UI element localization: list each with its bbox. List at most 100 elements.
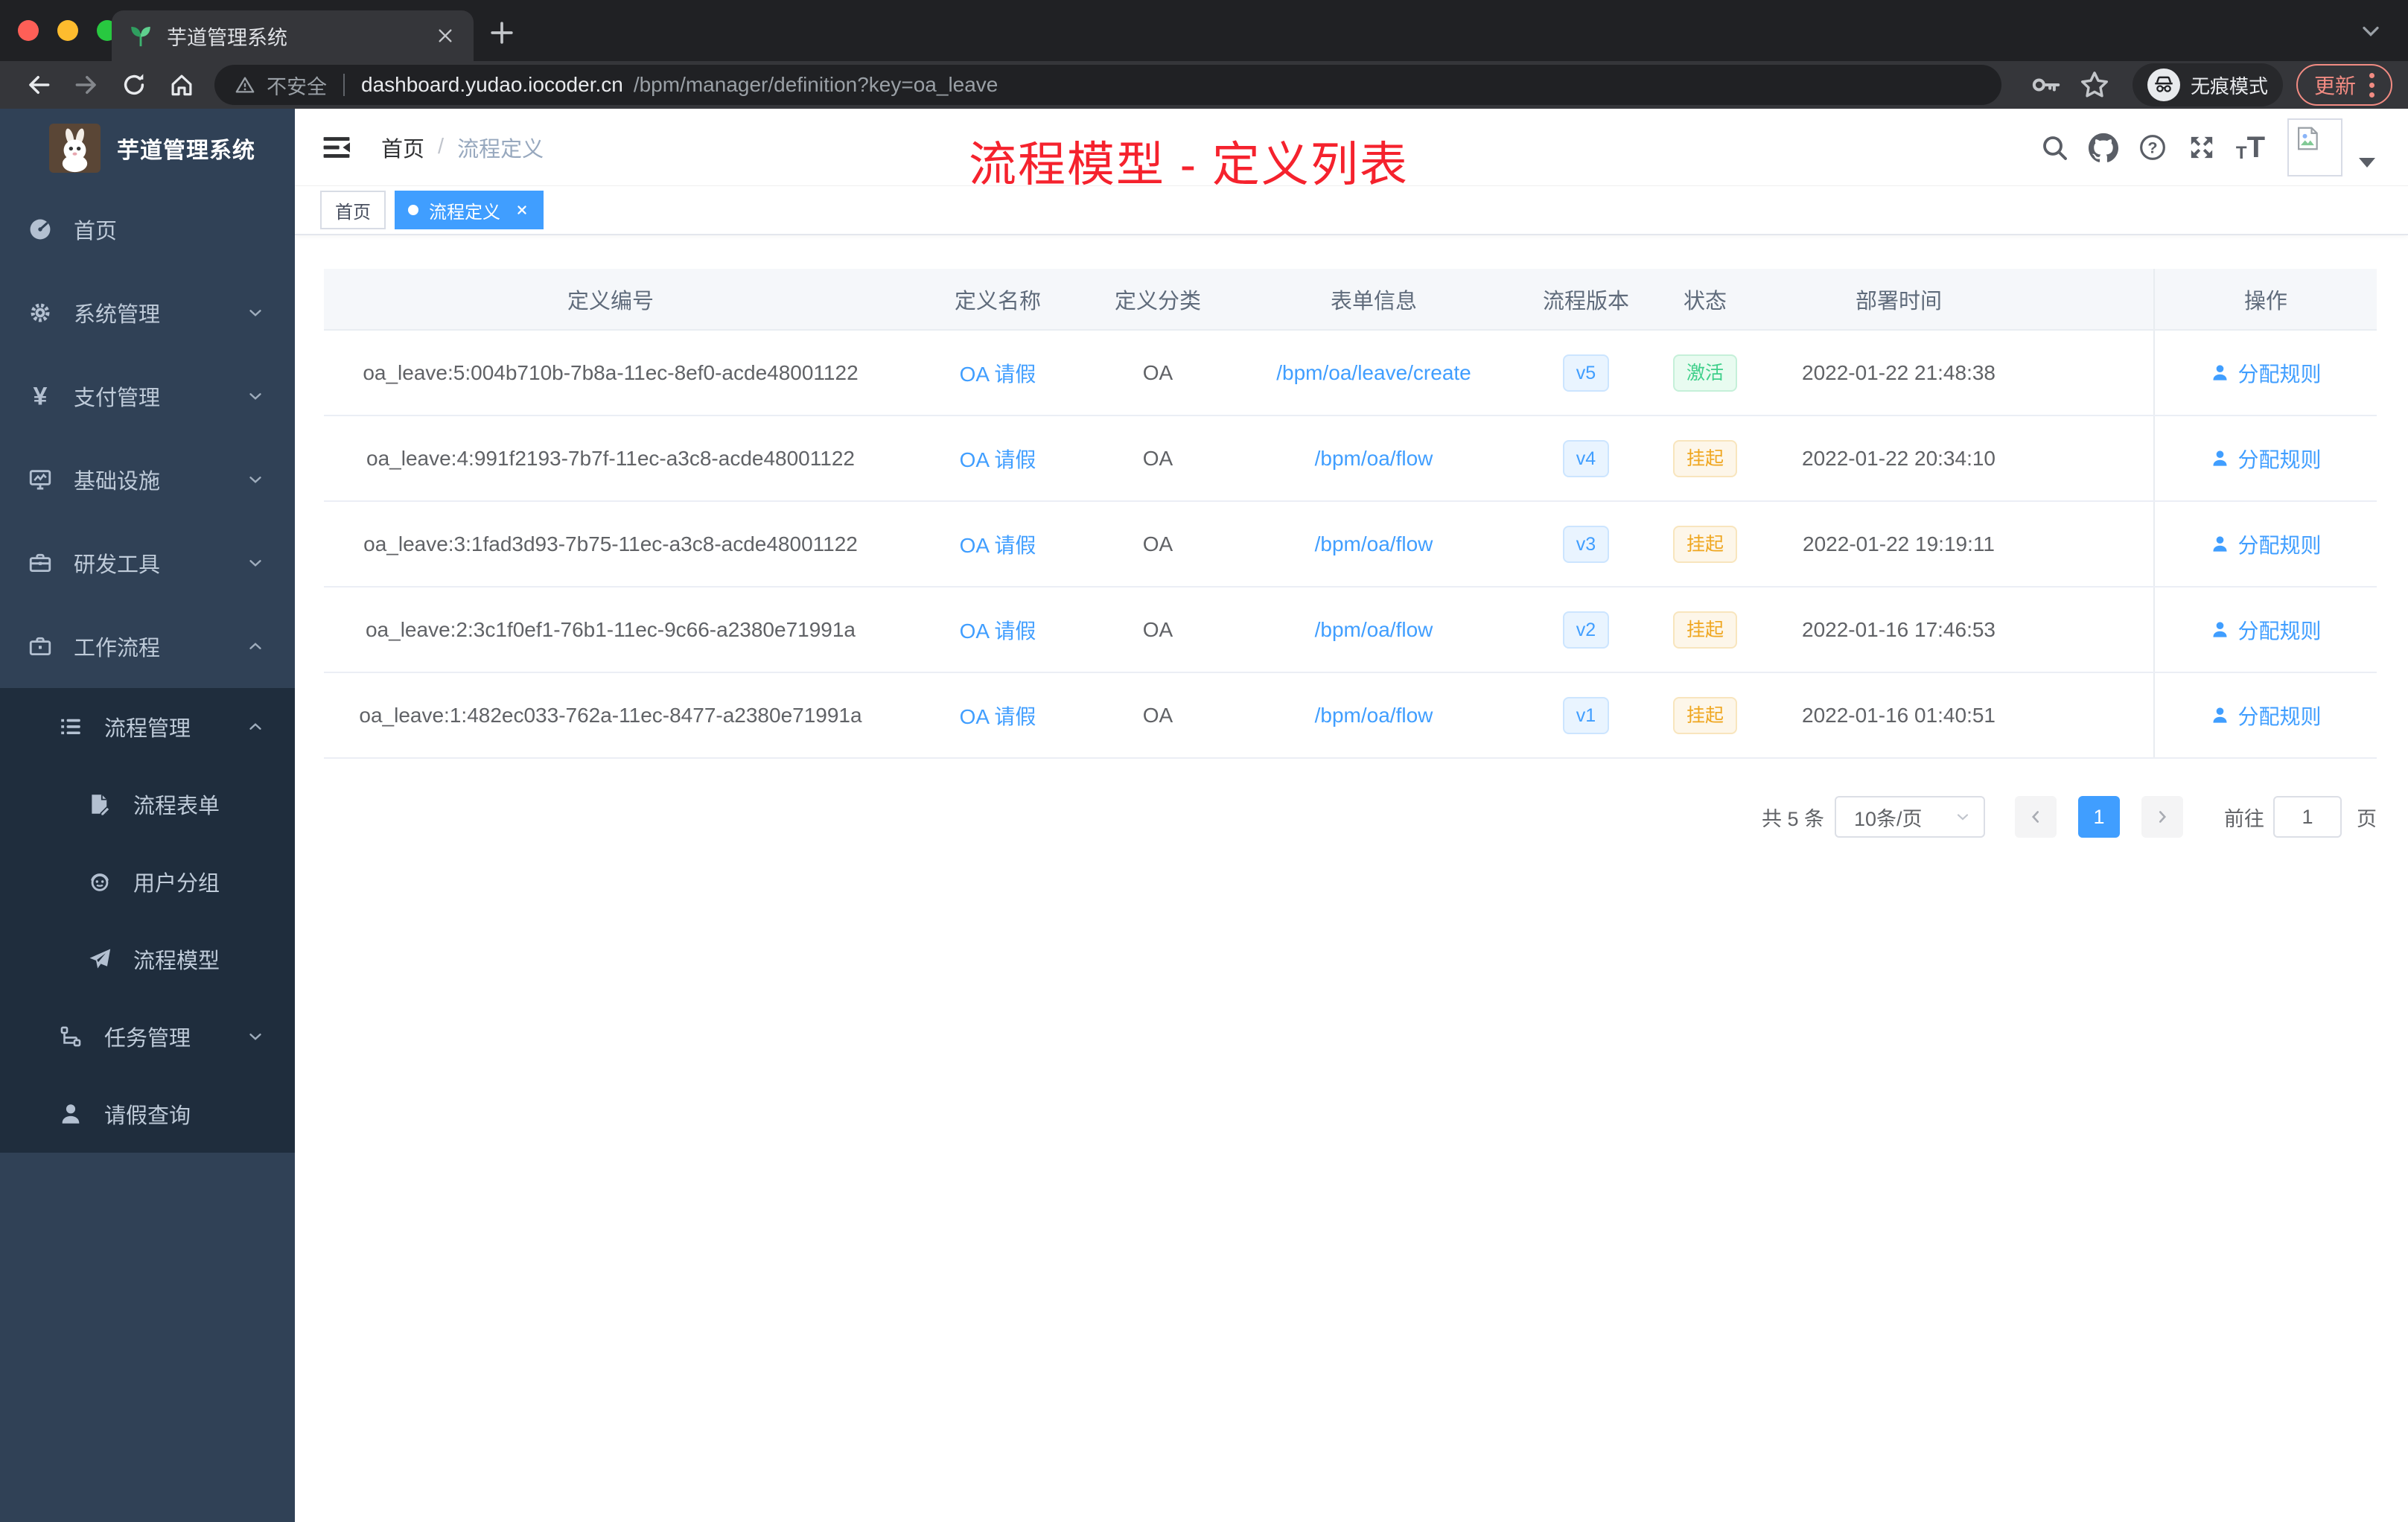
search-icon[interactable] xyxy=(2039,133,2069,162)
tab-close-icon[interactable] xyxy=(433,24,457,48)
chevron-left-icon xyxy=(2031,811,2039,823)
active-tag-dot xyxy=(408,205,418,215)
column-header: 操作 xyxy=(2153,269,2377,329)
window-close-button[interactable] xyxy=(18,20,39,41)
sidebar-item-label: 任务管理 xyxy=(104,1027,191,1051)
sidebar-item-label: 研发工具 xyxy=(74,553,161,577)
prev-page-button[interactable] xyxy=(2015,796,2057,838)
sidebar-item-devtools[interactable]: 研发工具 xyxy=(0,521,295,605)
sidebar-item-label: 请假查询 xyxy=(104,1104,191,1128)
definition-category: OA xyxy=(1142,532,1173,555)
page-size-value: 10条/页 xyxy=(1854,807,1923,830)
definition-name-link[interactable]: OA 请假 xyxy=(960,444,1036,474)
list-icon xyxy=(58,714,83,739)
sidebar-item-leave-query[interactable]: 请假查询 xyxy=(0,1075,295,1153)
definition-category: OA xyxy=(1142,446,1173,470)
sidebar-item-payment[interactable]: ¥ 支付管理 xyxy=(0,354,295,438)
browser-update-button[interactable]: 更新 xyxy=(2296,64,2393,106)
user-icon xyxy=(58,1101,83,1127)
browser-tab[interactable]: 芋道管理系统 xyxy=(112,10,474,61)
column-header: 流程版本 xyxy=(1542,289,1629,313)
sidebar-logo[interactable]: 芋道管理系统 xyxy=(0,109,295,188)
gear-icon xyxy=(28,300,53,325)
address-bar[interactable]: 不安全 dashboard.yudao.iocoder.cn/bpm/manag… xyxy=(214,65,2001,105)
tag-close-icon[interactable] xyxy=(514,202,530,218)
assign-rule-button[interactable]: 分配规则 xyxy=(2210,358,2322,388)
sidebar-item-process-form[interactable]: 流程表单 xyxy=(0,765,295,843)
tag-process-definition[interactable]: 流程定义 xyxy=(395,191,544,229)
version-tag: v5 xyxy=(1562,354,1610,392)
logo-rabbit-avatar xyxy=(49,124,101,173)
font-size-icon[interactable]: TT xyxy=(2236,133,2265,162)
form-link[interactable]: /bpm/oa/flow xyxy=(1315,447,1433,471)
definition-name-link[interactable]: OA 请假 xyxy=(960,529,1036,559)
action-label: 分配规则 xyxy=(2237,362,2322,386)
sidebar-item-user-group[interactable]: 用户分组 xyxy=(0,843,295,920)
chevron-down-icon xyxy=(246,553,265,573)
breadcrumb-home-link[interactable]: 首页 xyxy=(381,132,424,163)
definition-name-link[interactable]: OA 请假 xyxy=(960,615,1036,645)
definition-id: oa_leave:1:482ec033-762a-11ec-8477-a2380… xyxy=(359,703,862,727)
table-row: oa_leave:5:004b710b-7b8a-11ec-8ef0-acde4… xyxy=(324,331,2377,416)
table-row: oa_leave:4:991f2193-7b7f-11ec-a3c8-acde4… xyxy=(324,416,2377,502)
help-icon[interactable]: ? xyxy=(2138,133,2167,162)
home-icon[interactable] xyxy=(162,66,201,104)
svg-text:?: ? xyxy=(2147,138,2157,157)
status-badge: 挂起 xyxy=(1672,439,1737,477)
definition-category: OA xyxy=(1142,360,1173,384)
sidebar-item-workflow[interactable]: 工作流程 xyxy=(0,605,295,688)
sidebar-item-infrastructure[interactable]: 基础设施 xyxy=(0,438,295,521)
sidebar-item-task-management[interactable]: 任务管理 xyxy=(0,998,295,1075)
sidebar-item-process-model[interactable]: 流程模型 xyxy=(0,920,295,998)
status-badge: 挂起 xyxy=(1672,611,1737,649)
column-header: 定义编号 xyxy=(567,289,654,313)
incognito-label: 无痕模式 xyxy=(2191,74,2269,98)
back-icon[interactable] xyxy=(19,66,58,104)
avatar-dropdown-caret-icon[interactable] xyxy=(2359,157,2375,168)
password-key-icon[interactable] xyxy=(2028,68,2063,102)
definition-table: 定义编号 定义名称 定义分类 表单信息 流程版本 状态 部署时间 操作 oa_l… xyxy=(324,269,2377,759)
definition-name-link[interactable]: OA 请假 xyxy=(960,701,1036,730)
breadcrumb-separator: / xyxy=(438,135,445,159)
assign-rule-button[interactable]: 分配规则 xyxy=(2210,444,2322,474)
form-link[interactable]: /bpm/oa/leave/create xyxy=(1276,361,1471,385)
chevron-down-icon xyxy=(246,470,265,489)
fullscreen-icon[interactable] xyxy=(2187,133,2217,162)
form-link[interactable]: /bpm/oa/flow xyxy=(1315,618,1433,642)
url-divider xyxy=(343,74,345,96)
column-header: 定义分类 xyxy=(1114,289,1201,313)
browser-menu-kebab-icon[interactable] xyxy=(2366,70,2377,101)
user-icon xyxy=(2213,707,2227,723)
page-size-select[interactable]: 10条/页 xyxy=(1835,796,1985,838)
tag-home[interactable]: 首页 xyxy=(320,191,386,229)
next-page-button[interactable] xyxy=(2141,796,2183,838)
sidebar-item-label: 工作流程 xyxy=(74,637,161,660)
bookmark-star-icon[interactable] xyxy=(2077,68,2112,102)
action-label: 分配规则 xyxy=(2237,448,2322,471)
assign-rule-button[interactable]: 分配规则 xyxy=(2210,701,2322,730)
window-minimize-button[interactable] xyxy=(57,20,78,41)
page-number-button[interactable]: 1 xyxy=(2078,796,2120,838)
sidebar-collapse-icon[interactable] xyxy=(320,131,353,164)
github-icon[interactable] xyxy=(2088,133,2118,162)
new-tab-button[interactable] xyxy=(485,16,518,49)
sidebar-item-system[interactable]: 系统管理 xyxy=(0,271,295,354)
red-annotation-title: 流程模型 - 定义列表 xyxy=(969,138,1409,191)
assign-rule-button[interactable]: 分配规则 xyxy=(2210,529,2322,559)
sidebar-item-label: 流程模型 xyxy=(133,949,220,973)
goto-page-input[interactable] xyxy=(2273,796,2342,838)
tab-search-chevron-icon[interactable] xyxy=(2357,18,2384,45)
definition-category: OA xyxy=(1142,617,1173,641)
form-link[interactable]: /bpm/oa/flow xyxy=(1315,532,1433,556)
incognito-icon xyxy=(2147,69,2180,101)
assign-rule-button[interactable]: 分配规则 xyxy=(2210,615,2322,645)
definition-id: oa_leave:2:3c1f0ef1-76b1-11ec-9c66-a2380… xyxy=(365,617,856,641)
avatar[interactable] xyxy=(2287,118,2342,176)
forward-icon[interactable] xyxy=(67,66,106,104)
definition-name-link[interactable]: OA 请假 xyxy=(960,358,1036,388)
sidebar-item-home[interactable]: 首页 xyxy=(0,188,295,271)
form-link[interactable]: /bpm/oa/flow xyxy=(1315,704,1433,727)
definition-id: oa_leave:5:004b710b-7b8a-11ec-8ef0-acde4… xyxy=(363,360,859,384)
sidebar-item-process-management[interactable]: 流程管理 xyxy=(0,688,295,765)
reload-icon[interactable] xyxy=(115,66,153,104)
